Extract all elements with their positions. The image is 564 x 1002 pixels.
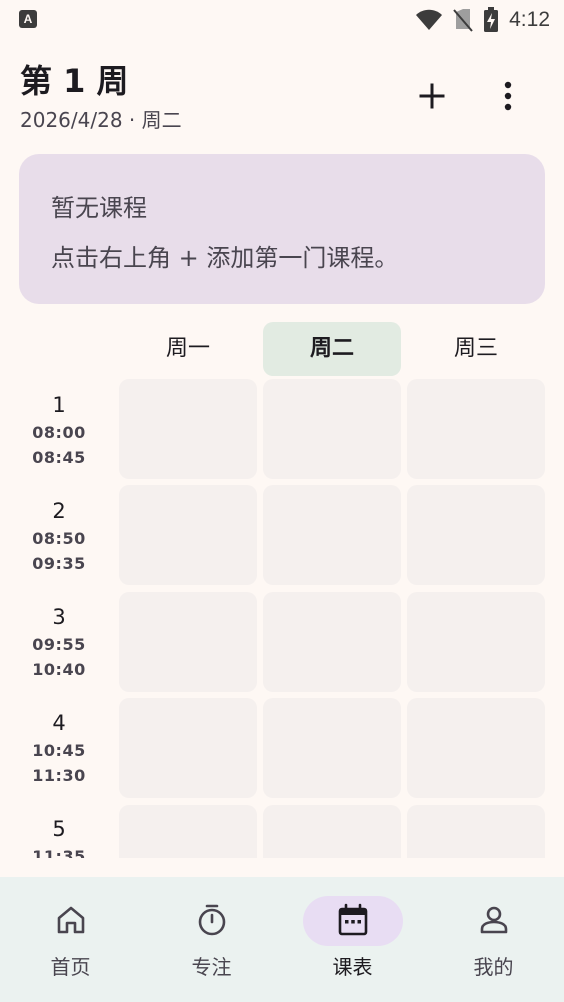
page-title: 第 1 周 bbox=[20, 62, 129, 100]
period-number: 2 bbox=[52, 499, 66, 523]
calendar-icon bbox=[338, 903, 368, 936]
person-icon bbox=[480, 906, 508, 934]
timetable-cell[interactable] bbox=[119, 485, 257, 585]
timetable-cell[interactable] bbox=[263, 698, 401, 798]
nav-item-profile[interactable]: 我的 bbox=[423, 877, 564, 1002]
period-label: 2 08:50 09:35 bbox=[0, 496, 118, 576]
timetable-grid: 周一 周二 周三 1 08:00 08:45 2 08:50 09:35 3 0… bbox=[0, 322, 564, 858]
timetable-cell[interactable] bbox=[263, 592, 401, 692]
empty-state-description: 点击右上角 + 添加第一门课程。 bbox=[51, 244, 399, 272]
period-number: 5 bbox=[52, 817, 66, 841]
add-icon bbox=[419, 83, 445, 109]
period-end-time: 08:45 bbox=[32, 448, 86, 467]
more-options-button[interactable] bbox=[488, 76, 528, 116]
timetable-cell[interactable] bbox=[119, 592, 257, 692]
day-header-wednesday[interactable]: 周三 bbox=[407, 322, 545, 376]
period-start-time: 08:50 bbox=[32, 529, 86, 548]
timetable-cell[interactable] bbox=[407, 592, 545, 692]
period-start-time: 09:55 bbox=[32, 635, 86, 654]
period-label: 3 09:55 10:40 bbox=[0, 602, 118, 682]
timetable-cell[interactable] bbox=[407, 698, 545, 798]
timetable-cell[interactable] bbox=[263, 805, 401, 858]
add-course-button[interactable] bbox=[412, 76, 452, 116]
nav-label: 专注 bbox=[191, 955, 232, 979]
status-bar: A 4:12 bbox=[0, 0, 564, 40]
no-sim-icon bbox=[453, 9, 473, 32]
timetable-cell[interactable] bbox=[119, 698, 257, 798]
home-icon bbox=[57, 906, 85, 934]
period-start-time: 10:45 bbox=[32, 741, 86, 760]
nav-label: 课表 bbox=[332, 955, 373, 979]
period-number: 4 bbox=[52, 711, 66, 735]
period-end-time: 11:30 bbox=[32, 766, 86, 785]
more-vert-icon bbox=[504, 81, 512, 111]
wifi-icon bbox=[416, 9, 443, 30]
nav-item-home[interactable]: 首页 bbox=[0, 877, 141, 1002]
period-end-time: 09:35 bbox=[32, 554, 86, 573]
timetable-cell[interactable] bbox=[263, 379, 401, 479]
period-start-time: 08:00 bbox=[32, 423, 86, 442]
app-notification-icon: A bbox=[19, 10, 37, 28]
day-header-tuesday[interactable]: 周二 bbox=[263, 322, 401, 376]
status-icons: 4:12 bbox=[415, 6, 550, 34]
timer-icon bbox=[198, 904, 226, 936]
period-label: 1 08:00 08:45 bbox=[0, 390, 118, 470]
timetable-cell[interactable] bbox=[119, 379, 257, 479]
period-number: 3 bbox=[52, 605, 66, 629]
battery-charging-icon bbox=[484, 7, 499, 32]
period-end-time: 10:40 bbox=[32, 660, 86, 679]
timetable-cell[interactable] bbox=[407, 485, 545, 585]
empty-state-card: 暂无课程 点击右上角 + 添加第一门课程。 bbox=[19, 154, 545, 304]
nav-item-schedule[interactable]: 课表 bbox=[282, 877, 423, 1002]
clock: 4:12 bbox=[509, 8, 550, 31]
timetable-cell[interactable] bbox=[407, 805, 545, 858]
bottom-navigation: 首页 专注 课表 我的 bbox=[0, 877, 564, 1002]
period-label: 4 10:45 11:30 bbox=[0, 708, 118, 788]
timetable-cell[interactable] bbox=[263, 485, 401, 585]
nav-item-focus[interactable]: 专注 bbox=[141, 877, 282, 1002]
period-label: 5 11:35 bbox=[0, 814, 118, 858]
nav-label: 我的 bbox=[473, 955, 514, 979]
timetable-cell[interactable] bbox=[407, 379, 545, 479]
empty-state-title: 暂无课程 bbox=[51, 194, 147, 222]
period-start-time: 11:35 bbox=[32, 847, 86, 858]
nav-label: 首页 bbox=[50, 955, 91, 979]
current-date: 2026/4/28 · 周二 bbox=[20, 108, 182, 132]
period-number: 1 bbox=[52, 393, 66, 417]
timetable-cell[interactable] bbox=[119, 805, 257, 858]
day-header-monday[interactable]: 周一 bbox=[119, 322, 257, 376]
